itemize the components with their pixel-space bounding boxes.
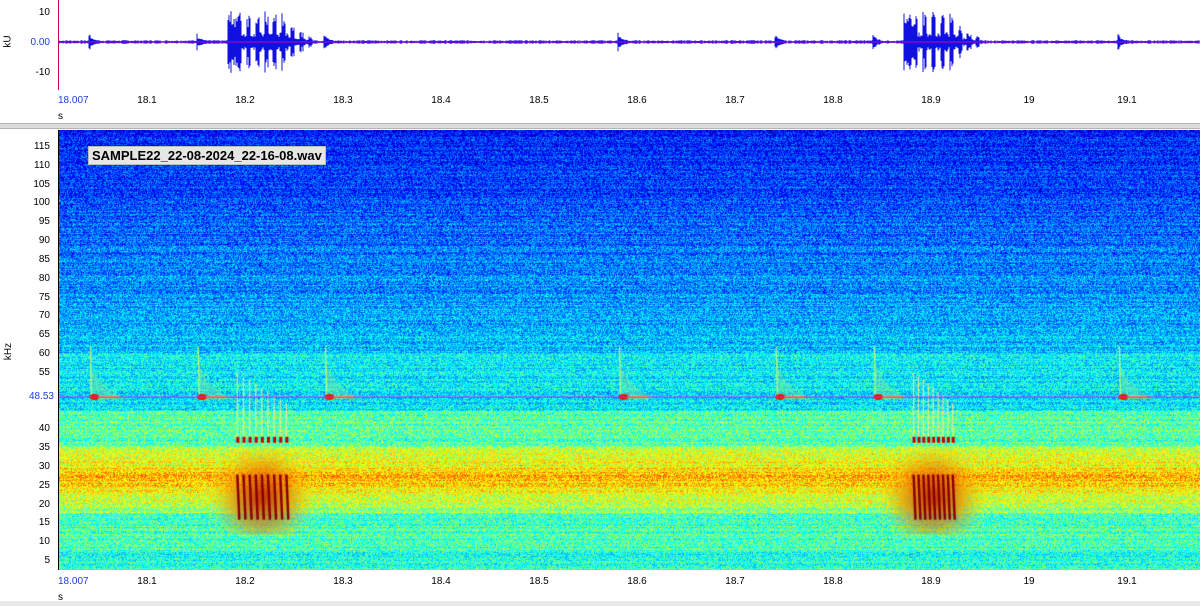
waveform-x-tick: 18.8 [823, 95, 843, 106]
spectrogram-x-tick: 19.1 [1117, 576, 1137, 587]
waveform-y-tick-zero: 0.00 [30, 37, 50, 48]
spectrogram-y-tick: 70 [38, 310, 50, 322]
waveform-y-tick: 10 [38, 7, 50, 18]
spectrogram-y-tick: 90 [38, 235, 50, 247]
spectrogram-y-tick: 110 [34, 159, 50, 171]
spectrogram-x-start: 18.007 [58, 576, 89, 587]
waveform-x-tick: 18.7 [725, 95, 745, 106]
spectrogram-y-tick: 75 [38, 291, 50, 303]
spectrogram-y-tick: 20 [38, 498, 50, 510]
waveform-x-tick: 18.2 [235, 95, 255, 106]
waveform-x-tick: 19.1 [1117, 95, 1137, 106]
spectrogram-plot[interactable] [58, 130, 1200, 570]
spectrogram-x-tick: 18.9 [921, 576, 941, 587]
waveform-x-start: 18.007 [58, 95, 89, 106]
spectrogram-y-tick: 25 [38, 479, 50, 491]
spectrogram-y-tick: 55 [38, 366, 50, 378]
waveform-x-tick: 19 [1023, 95, 1035, 106]
spectrogram-y-tick: 100 [33, 197, 50, 209]
spectrogram-y-tick: 15 [38, 517, 50, 529]
waveform-x-unit: s [58, 111, 63, 122]
spectrogram-x-tick: 18.2 [235, 576, 255, 587]
spectrogram-x-tick: 18.6 [627, 576, 647, 587]
waveform-x-tick: 18.1 [137, 95, 157, 106]
spectrogram-cursor-value: 48.53 [28, 391, 54, 402]
spectrogram-y-tick: 105 [33, 178, 50, 190]
spectrogram-x-tick: 18.4 [431, 576, 451, 587]
waveform-x-tick: 18.3 [333, 95, 353, 106]
waveform-x-tick: 18.4 [431, 95, 451, 106]
waveform-x-tick: 18.5 [529, 95, 549, 106]
waveform-panel[interactable]: kU 10 0.00 -10 18.007 18.1 18.2 18.3 18.4 18… [0, 0, 1200, 123]
audio-analysis-window: kU 10 0.00 -10 18.007 18.1 18.2 18.3 18.4 18… [0, 0, 1200, 606]
spectrogram-y-tick: 85 [38, 253, 50, 265]
spectrogram-y-tick: 115 [34, 141, 50, 152]
spectrogram-x-tick: 18.5 [529, 576, 549, 587]
spectrogram-x-tick: 18.1 [137, 576, 157, 587]
spectrogram-y-tick: 5 [44, 555, 50, 566]
waveform-x-tick: 18.9 [921, 95, 941, 106]
spectrogram-y-tick: 65 [38, 329, 50, 341]
spectrogram-y-tick: 35 [38, 442, 50, 454]
spectrogram-x-tick: 18.7 [725, 576, 745, 587]
spectrogram-y-tick: 10 [38, 536, 50, 548]
spectrogram-y-tick: 80 [38, 272, 50, 284]
spectrogram-x-tick: 18.8 [823, 576, 843, 587]
spectrogram-x-tick: 18.3 [333, 576, 353, 587]
spectrogram-x-tick: 19 [1023, 576, 1035, 587]
waveform-y-tick: -10 [35, 67, 50, 78]
spectrogram-y-tick: 30 [38, 460, 50, 472]
waveform-plot[interactable] [58, 0, 1200, 90]
waveform-x-tick: 18.6 [627, 95, 647, 106]
status-bar [0, 601, 1200, 606]
spectrogram-y-tick: 40 [38, 423, 50, 435]
spectrogram-y-tick: 60 [38, 348, 50, 359]
spectrogram-y-tick: 95 [38, 216, 50, 228]
file-name-label: SAMPLE22_22-08-2024_22-16-08.wav [88, 146, 326, 165]
